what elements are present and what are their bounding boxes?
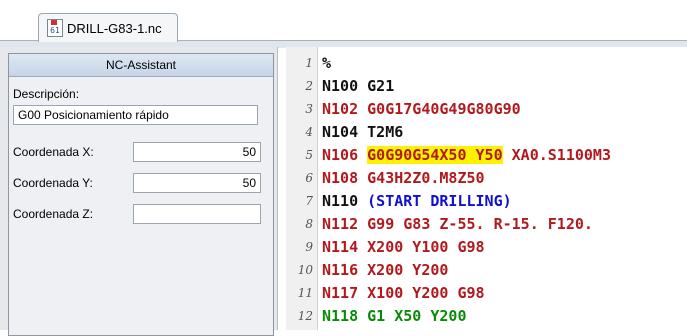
coord-y-field[interactable]: 50 [133, 173, 261, 193]
code-segment: N116 X200 Y200 [322, 261, 449, 279]
code-segment: N118 G1 X50 Y200 [322, 307, 467, 325]
nc-file-icon: 61 [47, 19, 63, 37]
code-line[interactable]: 8 N112 G99 G83 Z-55. R-15. F120. [286, 214, 687, 237]
tab-drill-g83-1[interactable]: 61 DRILL-G83-1.nc [38, 13, 178, 42]
code-text: % [322, 54, 331, 72]
code-editor[interactable]: 1% 2 N100 G21 3 N102 G0G17G40G49G80G90 4 N104 … [286, 47, 687, 330]
line-number: 5 [305, 148, 313, 162]
coord-z-label: Coordenada Z: [13, 207, 94, 221]
line-number: 12 [297, 309, 313, 323]
code-line[interactable]: 12 N118 G1 X50 Y200 [286, 306, 687, 329]
code-text: N102 G0G17G40G49G80G90 [322, 100, 521, 118]
code-segment: N112 G99 G83 Z-55. R-15. F120. [322, 215, 593, 233]
coord-z-field[interactable] [133, 204, 261, 224]
description-label: Descripción: [13, 87, 80, 101]
code-segment: XA0.S1100M3 [502, 146, 611, 164]
line-number: 7 [305, 194, 313, 208]
code-text: N117 X100 Y200 G98 [322, 284, 485, 302]
nc-assistant-panel: NC-Assistant Descripción: G00 Posicionam… [0, 47, 278, 336]
code-line[interactable]: 4 N104 T2M6 [286, 122, 687, 145]
coord-x-label: Coordenada X: [13, 145, 94, 159]
line-number: 11 [297, 286, 313, 300]
code-segment: N104 T2M6 [322, 123, 404, 141]
line-number: 1 [305, 56, 313, 70]
code-segment: N102 G0G17G40G49G80G90 [322, 100, 521, 118]
code-text: N104 T2M6 [322, 123, 403, 141]
code-segment: N100 G21 [322, 77, 395, 95]
code-segment: N117 X100 Y200 G98 [322, 284, 485, 302]
code-line[interactable]: 5 N106 G0G90G54X50 Y50 XA0.S1100M3 [286, 145, 687, 168]
line-number: 8 [305, 217, 313, 231]
line-number: 4 [305, 125, 313, 139]
code-segment: N110 [322, 192, 368, 210]
code-text: N112 G99 G83 Z-55. R-15. F120. [322, 215, 593, 233]
code-line[interactable]: 10 N116 X200 Y200 [286, 260, 687, 283]
code-line[interactable]: 1% [286, 53, 687, 76]
coord-y-label: Coordenada Y: [13, 176, 93, 190]
code-text: N100 G21 [322, 77, 394, 95]
line-number: 9 [305, 240, 313, 254]
code-segment: N114 X200 Y100 G98 [322, 238, 485, 256]
code-line[interactable]: 3 N102 G0G17G40G49G80G90 [286, 99, 687, 122]
code-text: N110 (START DRILLING) [322, 192, 512, 210]
line-number: 3 [305, 102, 313, 116]
code-text: N108 G43H2Z0.M8Z50 [322, 169, 485, 187]
line-number: 6 [305, 171, 313, 185]
panel-title: NC-Assistant [9, 54, 273, 77]
code-text: N118 G1 X50 Y200 [322, 307, 467, 325]
code-segment: (START DRILLING) [367, 192, 512, 210]
code-text: N116 X200 Y200 [322, 261, 448, 279]
code-line[interactable]: 6 N108 G43H2Z0.M8Z50 [286, 168, 687, 191]
code-segment: N106 [322, 146, 368, 164]
highlighted-code-segment: G0G90G54X50 Y50 [367, 146, 503, 164]
code-text: N114 X200 Y100 G98 [322, 238, 485, 256]
line-number: 2 [305, 79, 313, 93]
nc-assistant-frame: NC-Assistant Descripción: G00 Posicionam… [8, 53, 274, 336]
line-number: 10 [297, 263, 313, 277]
description-field[interactable]: G00 Posicionamiento rápido [13, 105, 258, 125]
code-line[interactable]: 9 N114 X200 Y100 G98 [286, 237, 687, 260]
code-segment: N108 G43H2Z0.M8Z50 [322, 169, 485, 187]
code-text: N106 G0G90G54X50 Y50 XA0.S1100M3 [322, 146, 611, 164]
tab-strip: 61 DRILL-G83-1.nc [0, 0, 687, 48]
code-line[interactable]: 2 N100 G21 [286, 76, 687, 99]
coord-x-field[interactable]: 50 [133, 142, 261, 162]
code-segment: % [322, 54, 332, 72]
code-line[interactable]: 7 N110 (START DRILLING) [286, 191, 687, 214]
tab-label: DRILL-G83-1.nc [67, 20, 162, 36]
code-line[interactable]: 11 N117 X100 Y200 G98 [286, 283, 687, 306]
